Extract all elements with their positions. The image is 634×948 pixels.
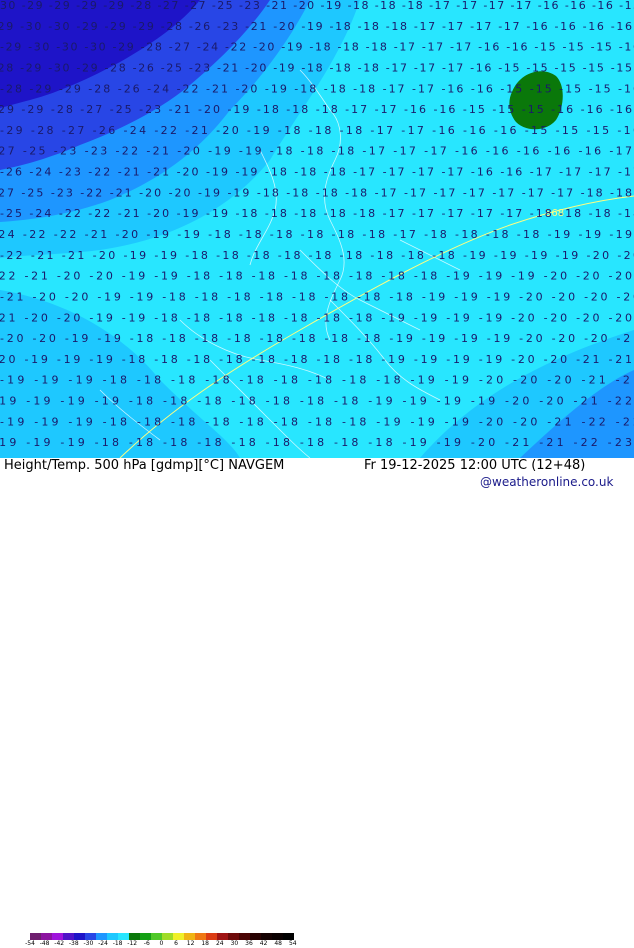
colorbar-tick: -18 <box>112 940 123 947</box>
colorbar-swatch <box>228 933 239 940</box>
colorbar <box>30 933 294 940</box>
colorbar-swatch <box>41 933 52 940</box>
colorbar-swatch <box>63 933 74 940</box>
colorbar-swatch <box>30 933 41 940</box>
colorbar-tick: 42 <box>259 940 268 947</box>
temp-row: -29 -29 -28 -27 -25 -23 -21 -20 -19 -18 … <box>0 103 632 116</box>
colorbar-tick: 24 <box>215 940 224 947</box>
colorbar-tick: -38 <box>68 940 79 947</box>
colorbar-tick: -42 <box>54 940 65 947</box>
colorbar-swatch <box>140 933 151 940</box>
colorbar-tick: -54 <box>25 940 35 947</box>
temp-row: -29 -30 -30 -29 -29 -29 -28 -26 -23 -21 … <box>0 20 632 33</box>
colorbar-tick: 6 <box>174 940 178 947</box>
colorbar-swatch <box>261 933 272 940</box>
colorbar-swatch <box>250 933 261 940</box>
colorbar-swatch <box>162 933 173 940</box>
colorbar-swatch <box>118 933 129 940</box>
temp-row: -24 -22 -22 -21 -20 -19 -19 -18 -18 -18 … <box>0 228 632 241</box>
colorbar-tick: -24 <box>98 940 108 947</box>
colorbar-swatch <box>239 933 250 940</box>
credit-link[interactable]: @weatheronline.co.uk <box>480 475 613 489</box>
valid-time: Fr 19-12-2025 12:00 UTC (12+48) <box>364 458 586 473</box>
colorbar-swatch <box>272 933 283 940</box>
colorbar-swatch <box>173 933 184 940</box>
colorbar-tick: -48 <box>39 940 50 947</box>
colorbar-swatch <box>206 933 217 940</box>
temp-row: -27 -25 -23 -22 -21 -20 -20 -19 -19 -18 … <box>0 186 632 199</box>
colorbar-swatch <box>52 933 63 940</box>
colorbar-tick: 54 <box>288 940 297 947</box>
colorbar-swatch <box>283 933 294 940</box>
colorbar-swatch <box>96 933 107 940</box>
colorbar-swatch <box>195 933 206 940</box>
colorbar-tick: 36 <box>245 940 253 947</box>
colorbar-swatch <box>107 933 118 940</box>
product-title: Height/Temp. 500 hPa [gdmp][°C] NAVGEM <box>4 458 285 473</box>
colorbar-tick: 0 <box>159 940 164 947</box>
temp-row: 30 -29 -29 -29 -29 -28 -27 -27 -25 -23 -… <box>0 0 634 12</box>
temperature-field: 568 30 -29 -29 -29 -29 -28 -27 -27 -25 -… <box>0 0 634 458</box>
colorbar-swatch <box>151 933 162 940</box>
colorbar-tick: -12 <box>127 940 138 947</box>
colorbar-tick: 18 <box>201 940 210 947</box>
colorbar-tick: 30 <box>230 940 239 947</box>
colorbar-swatch <box>85 933 96 940</box>
colorbar-tick: 12 <box>186 940 195 947</box>
temp-row: -27 -25 -23 -23 -22 -21 -20 -19 -19 -18 … <box>0 145 632 158</box>
colorbar-swatch <box>74 933 85 940</box>
map-footer: Height/Temp. 500 hPa [gdmp][°C] NAVGEM F… <box>0 458 634 947</box>
colorbar-tick: -30 <box>83 940 94 947</box>
weather-map: 568 30 -29 -29 -29 -29 -28 -27 -27 -25 -… <box>0 0 634 458</box>
colorbar-swatch <box>217 933 228 940</box>
colorbar-tick: 48 <box>274 940 283 947</box>
colorbar-swatch <box>184 933 195 940</box>
temp-row: -28 -29 -30 -29 -28 -26 -25 -23 -21 -20 … <box>0 61 632 74</box>
colorbar-tick: -6 <box>143 940 150 947</box>
colorbar-swatch <box>129 933 140 940</box>
colorbar-ticks: -54 -48 -42 -38 -30 -24 -18 -12 -6 0 6 12 18 24 30 36 42… <box>25 940 297 948</box>
